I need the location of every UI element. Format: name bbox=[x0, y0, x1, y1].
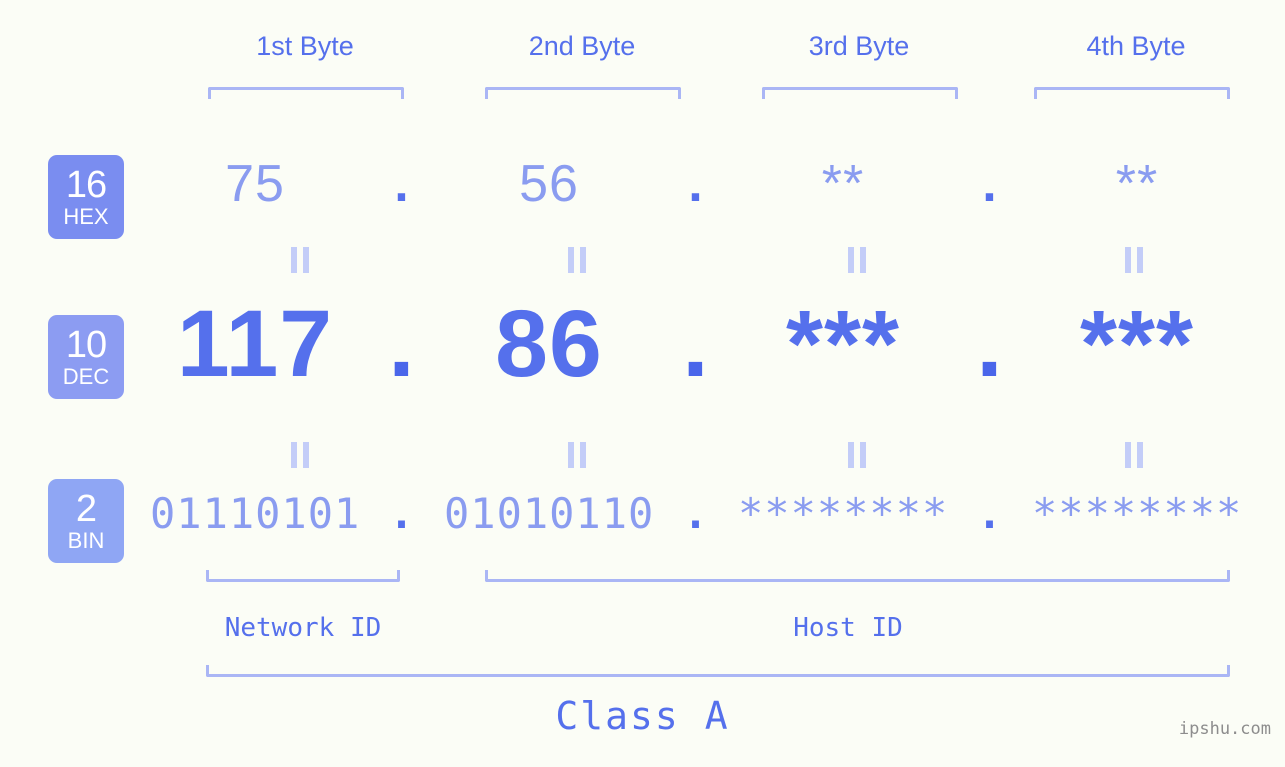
hex-separator-1: . bbox=[394, 155, 410, 213]
hex-byte-1: 75 bbox=[225, 155, 285, 213]
hex-byte-4: ** bbox=[1115, 155, 1159, 213]
bin-byte-3: ******** bbox=[738, 489, 949, 538]
equals-connector-hex-dec-4 bbox=[1125, 247, 1143, 273]
hex-byte-2: 56 bbox=[519, 155, 579, 213]
class-bracket bbox=[206, 665, 1230, 677]
ip-address-breakdown-diagram: 1st Byte 2nd Byte 3rd Byte 4th Byte 16 H… bbox=[0, 0, 1285, 767]
bin-separator-1: . bbox=[388, 489, 416, 538]
byte-header-label-3: 3rd Byte bbox=[808, 31, 910, 61]
base-badge-hex-number: 16 bbox=[65, 164, 107, 206]
bin-byte-4: ******** bbox=[1032, 489, 1243, 538]
network-id-label: Network ID bbox=[224, 613, 382, 643]
equals-connector-dec-bin-4 bbox=[1125, 442, 1143, 468]
base-badge-dec[interactable]: 10 DEC bbox=[48, 315, 124, 399]
ip-class-label: Class A bbox=[555, 694, 730, 738]
byte-header-label-1: 1st Byte bbox=[256, 31, 354, 61]
base-badge-dec-name: DEC bbox=[62, 364, 110, 389]
equals-connector-dec-bin-3 bbox=[848, 442, 866, 468]
base-badge-bin-number: 2 bbox=[75, 488, 97, 530]
base-badge-bin[interactable]: 2 BIN bbox=[48, 479, 124, 563]
byte-bracket-top-4 bbox=[1034, 87, 1230, 99]
hex-separator-2: . bbox=[688, 155, 704, 213]
bin-byte-1: 01110101 bbox=[150, 489, 361, 538]
hex-separator-3: . bbox=[982, 155, 998, 213]
dec-separator-3: . bbox=[976, 291, 1004, 397]
base-badge-hex[interactable]: 16 HEX bbox=[48, 155, 124, 239]
bin-separator-2: . bbox=[682, 489, 710, 538]
equals-connector-hex-dec-2 bbox=[568, 247, 586, 273]
bin-separator-3: . bbox=[976, 489, 1004, 538]
dec-separator-2: . bbox=[682, 291, 710, 397]
byte-header-label-2: 2nd Byte bbox=[528, 31, 636, 61]
base-badge-hex-name: HEX bbox=[63, 204, 109, 229]
network-id-bracket bbox=[206, 570, 400, 582]
host-id-label: Host ID bbox=[793, 613, 903, 643]
site-watermark: ipshu.com bbox=[1178, 719, 1271, 739]
base-badge-bin-name: BIN bbox=[67, 528, 105, 553]
equals-connector-dec-bin-2 bbox=[568, 442, 586, 468]
bin-byte-2: 01010110 bbox=[444, 489, 655, 538]
dec-byte-1: 117 bbox=[176, 291, 334, 397]
hex-byte-3: ** bbox=[821, 155, 865, 213]
byte-bracket-top-3 bbox=[762, 87, 958, 99]
equals-connector-dec-bin-1 bbox=[291, 442, 309, 468]
dec-byte-4: *** bbox=[1080, 291, 1194, 397]
dec-value-row: 117 . 86 . *** . *** bbox=[150, 290, 1260, 400]
dec-byte-3: *** bbox=[786, 291, 900, 397]
byte-bracket-top-2 bbox=[485, 87, 681, 99]
host-id-bracket bbox=[485, 570, 1230, 582]
byte-header-label-4: 4th Byte bbox=[1086, 31, 1186, 61]
base-badge-dec-number: 10 bbox=[65, 324, 107, 366]
equals-connector-hex-dec-1 bbox=[291, 247, 309, 273]
dec-separator-1: . bbox=[388, 291, 416, 397]
hex-value-row: 75 . 56 . ** . ** bbox=[150, 154, 1260, 226]
byte-bracket-top-1 bbox=[208, 87, 404, 99]
bin-value-row: 01110101 . 01010110 . ******** . *******… bbox=[150, 489, 1260, 551]
equals-connector-hex-dec-3 bbox=[848, 247, 866, 273]
dec-byte-2: 86 bbox=[495, 291, 603, 397]
